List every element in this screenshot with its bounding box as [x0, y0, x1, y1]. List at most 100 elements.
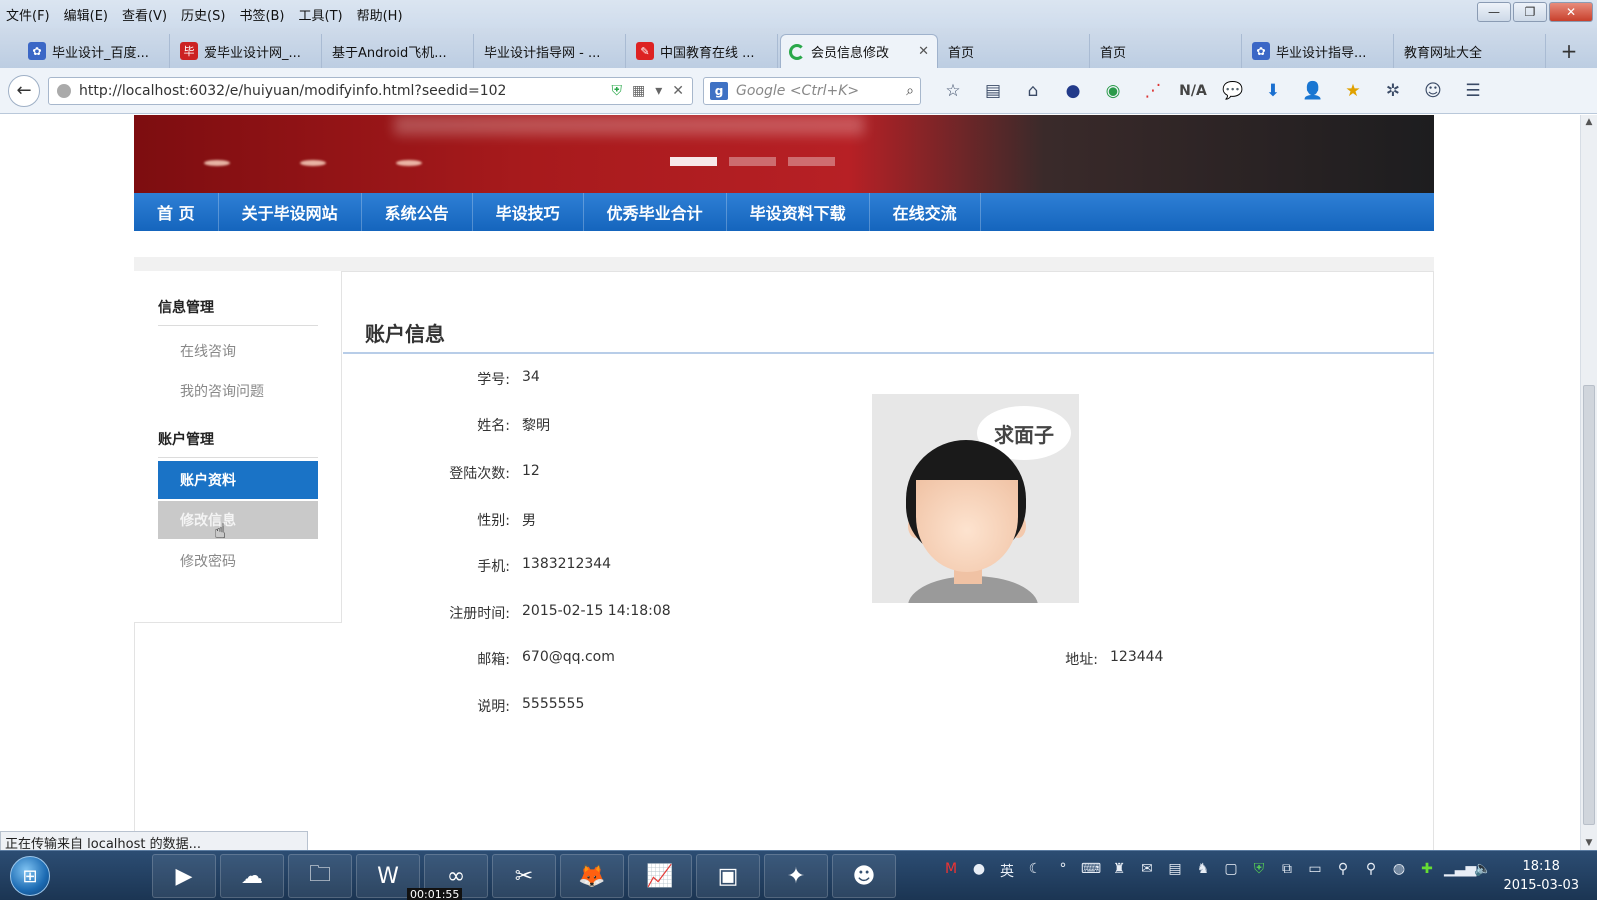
nav-about[interactable]: 关于毕设网站	[219, 193, 362, 231]
menu-edit[interactable]: 编辑(E)	[64, 5, 108, 24]
cloud-app-icon[interactable]: ☁	[220, 854, 284, 898]
addon-icon[interactable]: ✲	[1373, 81, 1413, 101]
browser-tab[interactable]: 教育网址大全	[1396, 34, 1546, 68]
site-identity-icon[interactable]	[57, 83, 71, 98]
chat-icon[interactable]: ☺	[1413, 81, 1453, 101]
browser-tab[interactable]: 首页	[1092, 34, 1242, 68]
tools-icon[interactable]: ✂	[492, 854, 556, 898]
chart-app-icon[interactable]: 📈	[628, 854, 692, 898]
tray-signal-icon[interactable]: ▁▃▅	[1444, 861, 1476, 881]
tray-chat-icon[interactable]: ✉	[1136, 861, 1158, 881]
restore-button[interactable]: ❐	[1513, 2, 1547, 22]
tray-volume-icon[interactable]: 🔈	[1472, 861, 1494, 881]
back-button[interactable]: ←	[8, 74, 40, 107]
menu-view[interactable]: 查看(V)	[122, 5, 167, 24]
tray-shield-icon[interactable]: ⛨	[1248, 861, 1270, 881]
dropdown-icon[interactable]: ▾	[655, 83, 662, 99]
browser-tab[interactable]: 毕 爱毕业设计网_...	[172, 34, 322, 68]
menu-help[interactable]: 帮助(H)	[357, 5, 403, 24]
search-icon[interactable]: ⌕	[906, 83, 914, 99]
stop-icon[interactable]: ✕	[672, 83, 684, 99]
file-explorer-icon[interactable]: 🗀	[288, 854, 352, 898]
extension-dark-circle-icon[interactable]: ●	[1053, 81, 1093, 101]
slider-dot[interactable]	[788, 157, 835, 166]
tray-moon-icon[interactable]: ☾	[1024, 861, 1046, 881]
tray-qq-icon[interactable]: ♞	[1192, 861, 1214, 881]
tray-ball-icon[interactable]: ●	[968, 861, 990, 881]
colorful-app-icon[interactable]: ✦	[764, 854, 828, 898]
minimize-button[interactable]: —	[1477, 2, 1511, 22]
menu-file[interactable]: 文件(F)	[6, 5, 50, 24]
tray-shirt-icon[interactable]: ♜	[1108, 861, 1130, 881]
browser-tab[interactable]: ✿ 毕业设计_百度...	[20, 34, 170, 68]
window-app-icon[interactable]: ▣	[696, 854, 760, 898]
scroll-down-icon[interactable]: ▼	[1581, 838, 1597, 848]
nav-tips[interactable]: 毕设技巧	[473, 193, 584, 231]
browser-tab[interactable]: ✿ 毕业设计指导...	[1244, 34, 1394, 68]
tray-m-icon[interactable]: M	[940, 861, 962, 881]
sidebar-item-my-questions[interactable]: 我的咨询问题	[180, 381, 264, 401]
sidebar-item-account-profile[interactable]: 账户资料	[158, 461, 318, 499]
field-label-address: 地址:	[1065, 652, 1098, 668]
slider-dot[interactable]	[729, 157, 776, 166]
tray-usb-icon[interactable]: ⚲	[1332, 861, 1354, 881]
sidebar-item-consult[interactable]: 在线咨询	[180, 341, 236, 361]
browser-tab[interactable]: 首页	[940, 34, 1090, 68]
browser-tab[interactable]: ✎ 中国教育在线 ...	[628, 34, 778, 68]
slider-dot[interactable]	[670, 157, 717, 166]
tray-usb2-icon[interactable]: ⚲	[1360, 861, 1382, 881]
field-value-student-id: 34	[522, 369, 540, 385]
nav-excellent[interactable]: 优秀毕业合计	[584, 193, 727, 231]
nav-home[interactable]: 首 页	[134, 193, 219, 231]
tray-clipboard-icon[interactable]: ▢	[1220, 861, 1242, 881]
new-tab-button[interactable]: +	[1549, 34, 1589, 68]
system-clock[interactable]: 18:18 2015-03-03	[1503, 857, 1579, 895]
tray-globe-icon[interactable]: ◍	[1388, 861, 1410, 881]
window-controls: — ❐ ✕	[1477, 2, 1593, 22]
tray-keyboard-lang-icon[interactable]: 英	[996, 861, 1018, 881]
scroll-up-icon[interactable]: ▲	[1581, 117, 1597, 127]
user-icon[interactable]: 👤	[1293, 81, 1333, 101]
na-indicator[interactable]: N/A	[1173, 83, 1213, 99]
close-tab-icon[interactable]: ✕	[918, 44, 929, 59]
address-bar[interactable]: http://localhost:6032/e/huiyuan/modifyin…	[48, 76, 693, 105]
tray-plus-icon[interactable]: ✚	[1416, 861, 1438, 881]
menu-history[interactable]: 历史(S)	[181, 5, 225, 24]
tray-network-share-icon[interactable]: ⧉	[1276, 861, 1298, 881]
download-arrow-icon[interactable]: ⬇	[1253, 81, 1293, 101]
browser-tab[interactable]: 基于Android飞机...	[324, 34, 474, 68]
browser-tab-active[interactable]: 会员信息修改 ✕	[780, 34, 938, 68]
home-icon[interactable]: ⌂	[1013, 81, 1053, 101]
qr-code-icon[interactable]: ▦	[632, 83, 645, 99]
tray-keyboard-icon[interactable]: ⌨	[1080, 861, 1102, 881]
reading-list-icon[interactable]: ▤	[973, 81, 1013, 101]
tray-dot-icon[interactable]: °	[1052, 861, 1074, 881]
firefox-icon[interactable]: 🦊	[560, 854, 624, 898]
vertical-scrollbar[interactable]: ▲ ▼	[1580, 115, 1597, 850]
globe-extension-icon[interactable]: ◉	[1093, 81, 1133, 101]
search-engine-icon[interactable]: g	[710, 81, 728, 100]
sidebar-item-modify-info[interactable]: 修改信息	[158, 501, 318, 539]
menu-bookmarks[interactable]: 书签(B)	[239, 5, 284, 24]
url-text[interactable]: http://localhost:6032/e/huiyuan/modifyin…	[79, 83, 612, 99]
tray-doc-icon[interactable]: ▤	[1164, 861, 1186, 881]
start-button-icon[interactable]: ⊞	[10, 856, 50, 896]
star-extension-icon[interactable]: ★	[1333, 81, 1373, 101]
scrollbar-thumb[interactable]	[1583, 385, 1595, 825]
search-bar[interactable]: g Google <Ctrl+K> ⌕	[703, 76, 921, 105]
recorder-app-icon[interactable]: ☻	[832, 854, 896, 898]
sidebar-item-change-password[interactable]: 修改密码	[180, 551, 236, 571]
chart-extension-icon[interactable]: ⋰	[1133, 81, 1173, 101]
hamburger-menu-icon[interactable]: ☰	[1453, 81, 1493, 101]
menu-tools[interactable]: 工具(T)	[299, 5, 343, 24]
chat-bubble-icon[interactable]: 💬	[1213, 81, 1253, 101]
nav-announcements[interactable]: 系统公告	[362, 193, 473, 231]
bookmark-star-icon[interactable]: ☆	[933, 81, 973, 101]
tray-monitor-icon[interactable]: ▭	[1304, 861, 1326, 881]
close-window-button[interactable]: ✕	[1549, 2, 1593, 22]
media-player-icon[interactable]: ▶	[152, 854, 216, 898]
nav-downloads[interactable]: 毕设资料下载	[727, 193, 870, 231]
shield-icon[interactable]: ⛨	[612, 83, 623, 99]
nav-online-chat[interactable]: 在线交流	[870, 193, 981, 231]
browser-tab[interactable]: 毕业设计指导网 - ...	[476, 34, 626, 68]
